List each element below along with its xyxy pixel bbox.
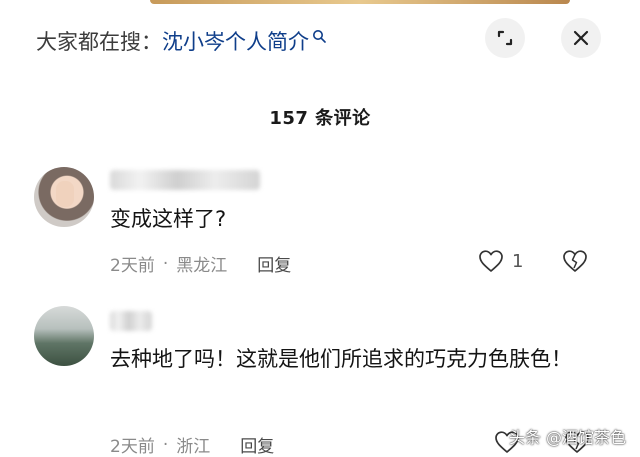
- username-blurred[interactable]: [110, 170, 260, 190]
- close-icon: [573, 30, 589, 46]
- like-count: 1: [512, 250, 524, 272]
- comment-text: 变成这样了?: [110, 207, 227, 231]
- search-icon: [313, 30, 326, 43]
- meta-separator: ·: [162, 253, 169, 274]
- comment-meta: 2天前 · 黑龙江 回复: [110, 251, 291, 277]
- search-suggestion[interactable]: 大家都在搜： 沈小岑个人简介: [36, 26, 326, 56]
- expand-button[interactable]: [485, 18, 525, 58]
- comment-location: 黑龙江: [176, 256, 228, 276]
- like-button[interactable]: 1: [478, 249, 523, 273]
- watermark: 头条 @酒馆茶色: [508, 428, 626, 447]
- comment-count-title: 157 条评论: [269, 108, 371, 129]
- expand-icon: [497, 30, 513, 46]
- comment-location: 浙江: [176, 437, 211, 457]
- meta-separator: ·: [162, 434, 169, 455]
- avatar[interactable]: [34, 306, 94, 366]
- search-prefix: 大家都在搜：: [36, 30, 162, 54]
- heart-icon: [479, 250, 503, 272]
- close-button[interactable]: [561, 18, 601, 58]
- comment-text: 去种地了吗！这就是他们所追求的巧克力色肤色！: [110, 347, 572, 371]
- video-thumbnail-edge: [150, 0, 570, 4]
- search-query-link[interactable]: 沈小岑个人简介: [162, 26, 309, 56]
- reply-button[interactable]: 回复: [257, 251, 291, 276]
- avatar[interactable]: [34, 167, 94, 227]
- reply-button[interactable]: 回复: [240, 432, 274, 457]
- broken-heart-icon[interactable]: [562, 249, 588, 273]
- comment-time: 2天前: [110, 437, 155, 457]
- comment-time: 2天前: [110, 256, 155, 276]
- comment-meta: 2天前 · 浙江 回复: [110, 432, 274, 457]
- avatar-face: [56, 181, 74, 207]
- username-blurred[interactable]: [110, 311, 152, 331]
